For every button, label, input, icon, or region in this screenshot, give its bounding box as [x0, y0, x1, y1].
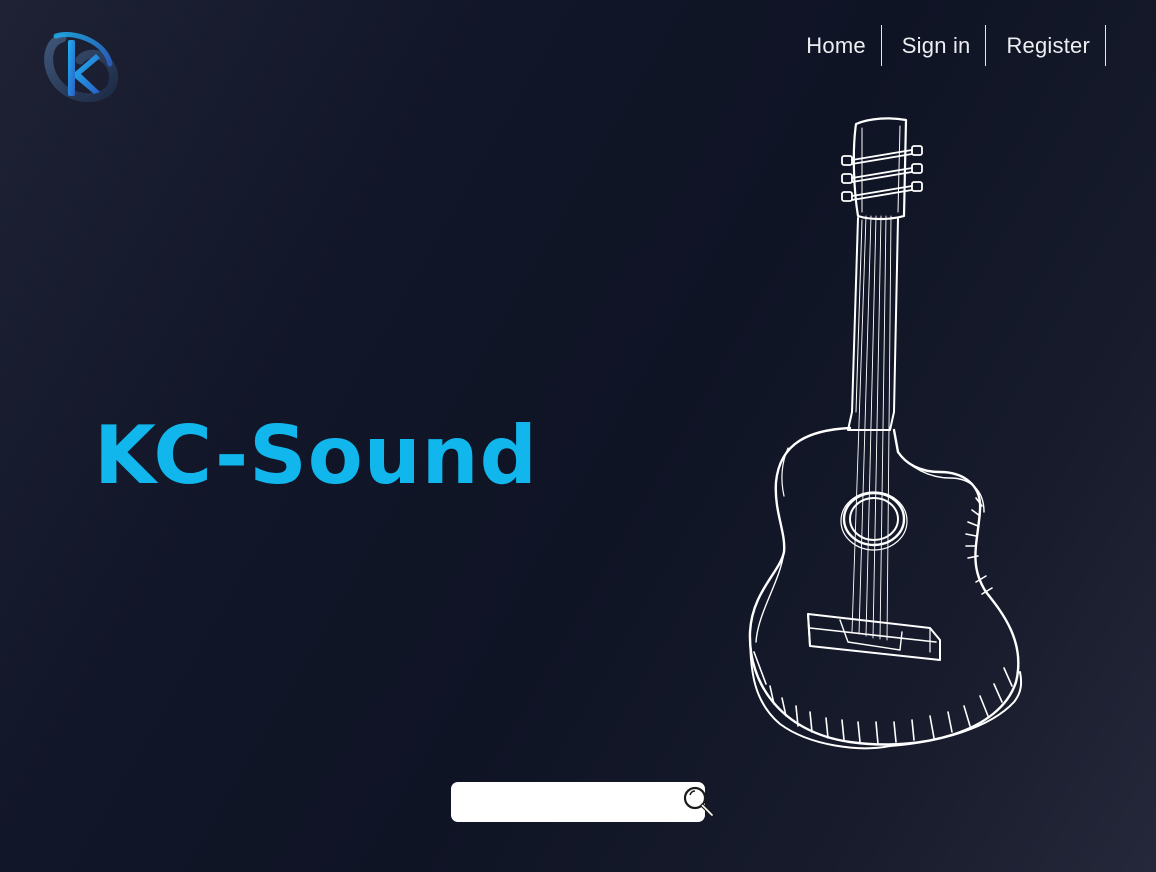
nav-home-link[interactable]: Home: [806, 25, 882, 66]
nav-register-link[interactable]: Register: [986, 25, 1106, 66]
guitar-illustration: [740, 112, 1030, 752]
search-input[interactable]: [451, 782, 682, 822]
nav-sign-in-link[interactable]: Sign in: [882, 25, 987, 66]
main-nav: Home Sign in Register: [806, 25, 1106, 66]
brand-title: KC-Sound: [94, 409, 538, 502]
search-icon[interactable]: [682, 782, 716, 822]
search-bar: [451, 782, 714, 822]
kc-logo-icon[interactable]: [44, 32, 118, 103]
